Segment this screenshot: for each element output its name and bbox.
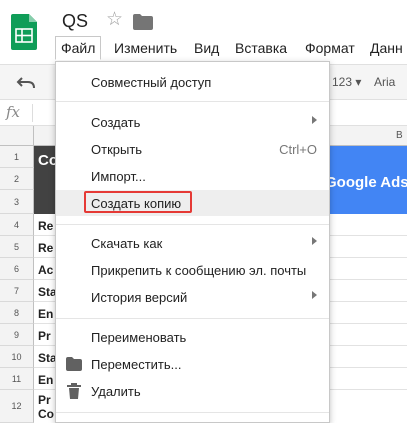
row-header-10[interactable]: 10 [0,346,34,368]
cell-text: Sta [38,351,57,365]
menu-format[interactable]: Формат [299,36,361,60]
cell-text: Pr [38,329,51,343]
menu-insert[interactable]: Вставка [229,36,293,60]
menu-item-delete[interactable]: Удалить [56,378,329,404]
menu-separator [56,224,329,225]
menu-item-label: Удалить [91,384,141,399]
font-family-dropdown[interactable]: Aria [374,75,395,89]
menu-separator [56,318,329,319]
cell-text: Re [38,241,54,255]
menu-item-open[interactable]: Открыть Ctrl+O [56,136,329,162]
shortcut-hint: Ctrl+O [279,142,317,157]
menu-separator [56,101,329,102]
menu-item-import[interactable]: Импорт... [56,163,329,189]
number-format-label: 123 [332,75,353,89]
menu-item-share[interactable]: Совместный доступ [56,69,329,95]
menu-separator [56,412,329,413]
menu-item-label: Создать [91,115,141,130]
menu-item-label: Скачать как [91,236,163,251]
menu-item-version-history[interactable]: История версий [56,284,329,310]
row-header-12[interactable]: 12 [0,390,34,423]
menu-item-rename[interactable]: Переименовать [56,324,329,350]
submenu-arrow-icon [312,237,317,245]
menu-item-label: Переместить... [91,357,182,372]
number-format-dropdown[interactable]: 123 ▾ [332,75,361,89]
formula-divider [32,104,33,122]
document-title[interactable]: QS [62,11,88,32]
menu-item-label: Переименовать [91,330,187,345]
row-header-11[interactable]: 11 [0,368,34,390]
menu-item-label: Прикрепить к сообщению эл. почты [91,263,307,278]
cell-text: Ac [38,263,54,277]
menu-view[interactable]: Вид [188,36,225,60]
cell-text: Pr [38,393,51,407]
cell-text: Sta [38,285,57,299]
file-menu-dropdown: Совместный доступ Создать Открыть Ctrl+O… [55,61,330,423]
menu-item-email-attachment[interactable]: Прикрепить к сообщению эл. почты [56,257,329,283]
row-header-5[interactable]: 5 [0,236,34,258]
row-header-9[interactable]: 9 [0,324,34,346]
column-header-b[interactable]: B [396,130,403,141]
folder-icon [66,357,82,371]
submenu-arrow-icon [312,116,317,124]
menu-bar: Файл Изменить Вид Вставка Формат Данн [0,34,407,60]
menu-item-create[interactable]: Создать [56,109,329,135]
header-cell-blue-text: Google Ads [325,174,407,191]
menu-item-label: Импорт... [91,169,146,184]
menu-item-download[interactable]: Скачать как [56,230,329,256]
row-header-6[interactable]: 6 [0,258,34,280]
fx-icon: fx [6,103,21,121]
cell-text: Re [38,219,54,233]
select-all-corner[interactable] [0,126,34,146]
menu-item-move[interactable]: Переместить... [56,351,329,377]
menu-data[interactable]: Данн [364,36,407,60]
menu-file[interactable]: Файл [55,36,102,60]
trash-icon [67,383,81,399]
menu-item-label: Создать копию [91,196,182,211]
menu-edit[interactable]: Изменить [108,36,183,60]
row-header-7[interactable]: 7 [0,280,34,302]
menu-item-label: История версий [91,290,188,305]
menu-item-label: Открыть [91,142,143,157]
menu-item-label: Совместный доступ [91,75,212,90]
row-header-4[interactable]: 4 [0,214,34,236]
row-header-3[interactable]: 3 [0,190,34,214]
row-header-8[interactable]: 8 [0,302,34,324]
row-header-2[interactable]: 2 [0,168,34,190]
submenu-arrow-icon [312,291,317,299]
menu-item-make-copy[interactable]: Создать копию [56,190,329,216]
folder-icon[interactable] [133,14,153,30]
cell-text: En [38,373,54,387]
star-icon[interactable]: ☆ [106,10,123,29]
cell-text: En [38,307,54,321]
cell-text: Co [38,407,54,421]
undo-icon[interactable] [16,74,36,90]
row-header-1[interactable]: 1 [0,146,34,168]
